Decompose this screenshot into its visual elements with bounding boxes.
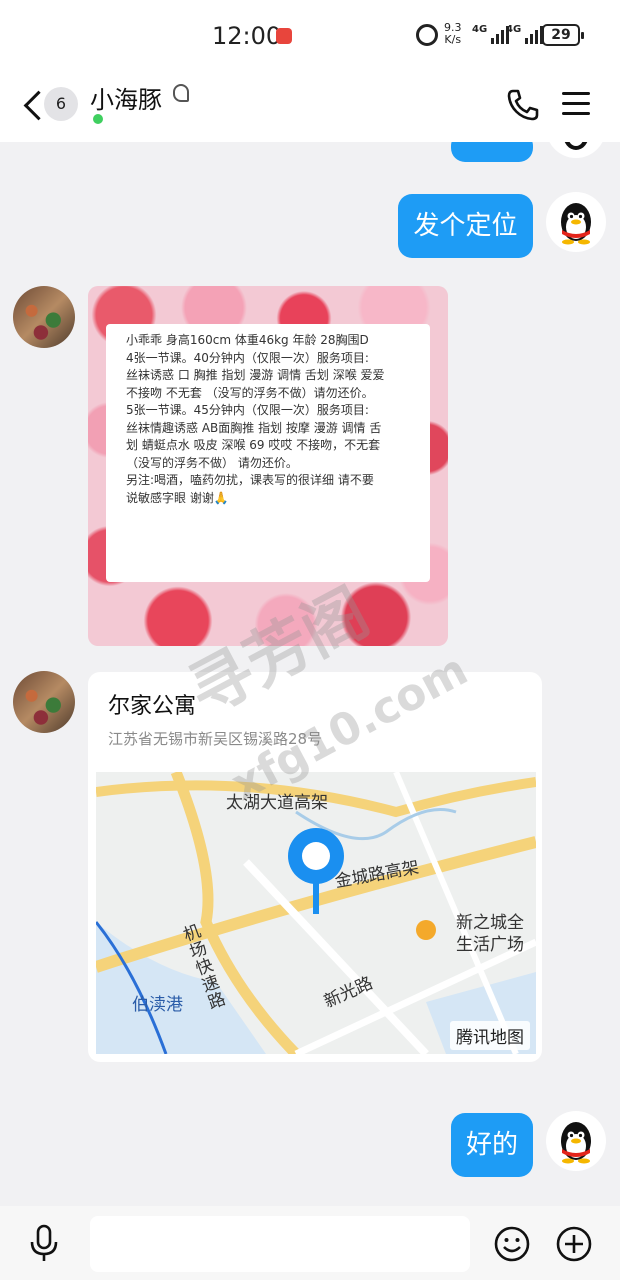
status-bar: 12:00 9.3 K/s 4G 4G 29 (0, 0, 620, 70)
earpiece-mode-icon (173, 84, 189, 102)
map-preview[interactable]: 太湖大道高架 金城路高架 机场快速路 新光路 伯渎港 新之城全 生活广场 腾讯地… (96, 772, 536, 1054)
qq-penguin-icon (564, 142, 588, 150)
image-message[interactable]: 小乖乖 身高160cm 体重46kg 年龄 28胸围D 4张一节课。40分钟内（… (88, 286, 448, 646)
location-address: 江苏省无锡市新吴区锡溪路28号 (108, 730, 323, 748)
unread-count-badge[interactable]: 6 (44, 87, 78, 121)
map-label-road: 太湖大道高架 (226, 793, 328, 813)
map-label-area: 伯渎港 (132, 995, 183, 1015)
chat-message-list[interactable]: 发个定位 小乖乖 身高160cm 体重46kg 年龄 28胸围D 4张一节课。4… (0, 142, 620, 1206)
poster-text-area: 小乖乖 身高160cm 体重46kg 年龄 28胸围D 4张一节课。40分钟内（… (106, 324, 430, 582)
network-speed-unit: K/s (444, 33, 462, 46)
my-avatar-partial[interactable] (546, 142, 606, 158)
menu-icon[interactable] (562, 92, 590, 116)
previous-message-bubble[interactable] (451, 142, 533, 162)
signal-label: 4G (472, 24, 488, 35)
contact-avatar[interactable] (13, 286, 75, 348)
signal-icon: 4G (472, 24, 510, 44)
online-status-dot (93, 114, 103, 124)
message-bubble-outgoing[interactable]: 发个定位 (398, 194, 533, 258)
input-bar (0, 1206, 620, 1280)
map-label-poi: 生活广场 (456, 935, 524, 955)
status-time: 12:00 (212, 22, 282, 50)
alarm-icon (416, 24, 438, 46)
location-title: 尔家公寓 (108, 694, 197, 719)
message-bubble-outgoing[interactable]: 好的 (451, 1113, 533, 1177)
voice-input-icon[interactable] (28, 1224, 60, 1262)
phone-call-icon[interactable] (506, 88, 540, 122)
map-provider-logo: 腾讯地图 (450, 1021, 530, 1050)
network-speed: 9.3 K/s (444, 22, 462, 46)
notification-app-icon (276, 28, 292, 44)
qq-penguin-icon (561, 203, 591, 245)
message-input[interactable] (90, 1216, 470, 1272)
signal-icon-2: 4G (506, 24, 544, 44)
signal-label-2: 4G (506, 24, 522, 35)
location-message-card[interactable]: 尔家公寓 江苏省无锡市新吴区锡溪路28号 太湖大道高架 金城路高架 机场快速路 … (88, 672, 542, 1062)
plus-more-icon[interactable] (556, 1226, 592, 1262)
chat-header: 6 小海豚 (0, 70, 620, 142)
contact-avatar[interactable] (13, 671, 75, 733)
contact-name[interactable]: 小海豚 (90, 80, 162, 115)
poster-text: 小乖乖 身高160cm 体重46kg 年龄 28胸围D 4张一节课。40分钟内（… (126, 333, 385, 505)
qq-penguin-icon (561, 1122, 591, 1164)
emoji-icon[interactable] (494, 1226, 530, 1262)
my-avatar[interactable] (546, 1111, 606, 1171)
my-avatar[interactable] (546, 192, 606, 252)
battery-icon: 29 (542, 24, 584, 46)
